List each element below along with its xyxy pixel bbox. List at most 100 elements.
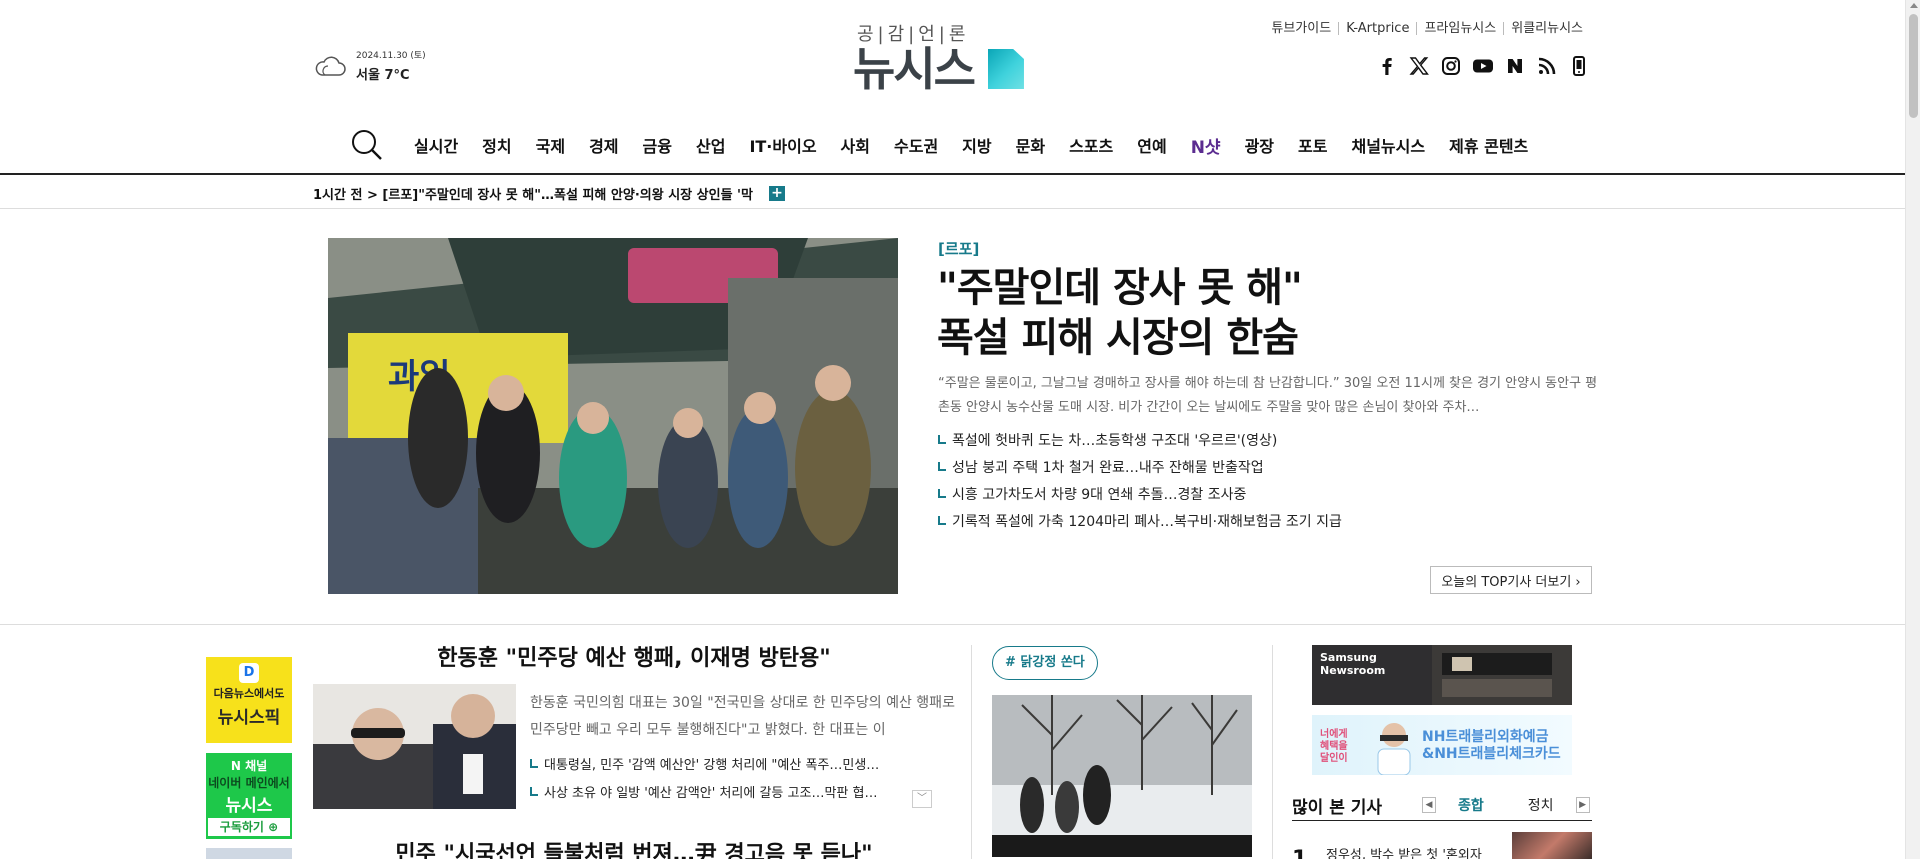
video-thumbnail[interactable]: [992, 695, 1252, 857]
hero-headline[interactable]: "주말인데 장사 못 해" 폭설 피해 시장의 한숨: [937, 263, 1303, 363]
mobile-icon[interactable]: [1568, 55, 1590, 77]
related-link[interactable]: 성남 붕괴 주택 1차 철거 완료…내주 잔해물 반출작업: [938, 455, 1342, 482]
naver-subscribe-button[interactable]: 구독하기 ⊕: [208, 818, 290, 836]
naver-banner-line3: 뉴시스: [225, 796, 273, 816]
nav-item-nshot[interactable]: N샷: [1179, 133, 1233, 158]
related-link[interactable]: 사상 초유 야 일방 '예산 감액안' 처리에 갈등 고조…막판 협…: [530, 780, 879, 808]
article-headline[interactable]: 민주 "시국선언 들불처럼 번져…尹 경고음 못 듣나": [314, 836, 954, 859]
instagram-icon[interactable]: [1440, 55, 1462, 77]
nav-item-partner[interactable]: 제휴 콘텐츠: [1437, 133, 1540, 157]
section-divider: [0, 624, 1905, 625]
chevron-right-icon[interactable]: ▶: [1575, 797, 1590, 813]
ad-samsung-text: Samsung Newsroom: [1320, 651, 1386, 677]
ticker-text[interactable]: 1시간 전 > [르포]"주말인데 장사 못 해"…폭설 피해 안양·의왕 시장…: [313, 184, 753, 203]
ad-nh-main-text: NH트래블리외화예금 &NH트래블리체크카드: [1422, 729, 1561, 762]
x-icon[interactable]: [1408, 55, 1430, 77]
article-thumbnail[interactable]: [313, 684, 516, 809]
nav-item-it-bio[interactable]: IT·바이오: [737, 133, 828, 157]
related-link[interactable]: 기록적 폭설에 가축 1204마리 폐사…복구비·재해보험금 조기 지급: [938, 509, 1342, 536]
nav-item-culture[interactable]: 문화: [1004, 133, 1057, 157]
hero-headline-line1[interactable]: "주말인데 장사 못 해": [937, 263, 1303, 313]
related-link[interactable]: 대통령실, 민주 '감액 예산안' 강행 처리에 "예산 폭주…민생…: [530, 752, 879, 780]
popular-article-link[interactable]: 정우성, 박수 받은 첫 '혼외자: [1326, 844, 1482, 859]
nav-item-finance[interactable]: 금융: [631, 133, 684, 157]
nav-item-plaza[interactable]: 광장: [1233, 133, 1286, 157]
nav-item-regional[interactable]: 지방: [950, 133, 1003, 157]
column-divider: [971, 645, 972, 859]
naver-banner-line1: N 채널: [230, 759, 268, 773]
page-scrollbar[interactable]: [1905, 0, 1920, 859]
ticker-expand-button[interactable]: +: [769, 186, 785, 201]
nav-item-capital[interactable]: 수도권: [882, 133, 950, 157]
top-link-weekly[interactable]: 위클리뉴시스: [1503, 22, 1590, 35]
top-link-prime[interactable]: 프라임뉴시스: [1416, 22, 1503, 35]
popular-rank: 1: [1292, 847, 1307, 859]
weather-date: 2024.11.30 (토): [356, 51, 426, 61]
hero-summary[interactable]: “주말은 물론이고, 그날그날 경매하고 장사를 해야 하는데 참 난감합니다.…: [938, 372, 1608, 420]
column-divider: [1272, 645, 1273, 859]
nav-item-economy[interactable]: 경제: [577, 133, 630, 157]
banner-placeholder[interactable]: [206, 848, 292, 859]
top-links: 튜브가이드 K-Artprice 프라임뉴시스 위클리뉴시스: [1264, 22, 1590, 35]
top-link-kartprice[interactable]: K-Artprice: [1338, 22, 1416, 35]
site-logo[interactable]: 공|감|언|론 뉴시스: [853, 20, 1053, 92]
nav-item-world[interactable]: 국제: [524, 133, 577, 157]
nav-item-entertainment[interactable]: 연예: [1125, 133, 1178, 157]
nav-divider: [0, 173, 1905, 175]
top-articles-more-button[interactable]: 오늘의 TOP기사 더보기 ›: [1430, 566, 1592, 594]
daum-news-banner[interactable]: D 다음뉴스에서도 뉴시스픽: [206, 657, 292, 743]
scroll-up-icon[interactable]: [1910, 3, 1918, 8]
related-link[interactable]: 폭설에 헛바퀴 도는 차…초등학생 구조대 '우르르'(영상): [938, 428, 1342, 455]
nav-item-photo[interactable]: 포토: [1286, 133, 1339, 157]
naver-icon[interactable]: [1504, 55, 1526, 77]
nav-item-politics[interactable]: 정치: [470, 133, 523, 157]
article-summary[interactable]: 한동훈 국민의힘 대표는 30일 "전국민을 상대로 한 민주당의 예산 행패로…: [530, 690, 955, 744]
tab-overall[interactable]: 종합: [1436, 795, 1506, 815]
naver-banner-line2: 네이버 메인에서: [208, 776, 290, 790]
cloud-icon: [315, 56, 346, 76]
expand-chevron-button[interactable]: ﹀: [912, 790, 932, 808]
reply-arrow-icon: [530, 759, 538, 768]
tab-politics[interactable]: 정치: [1506, 795, 1576, 815]
reply-arrow-icon: [938, 435, 946, 444]
facebook-icon[interactable]: [1376, 55, 1398, 77]
reply-arrow-icon: [938, 489, 946, 498]
ticker-divider: [0, 208, 1905, 209]
daum-banner-line2: 뉴시스픽: [217, 708, 281, 728]
popular-tabs: ◀ 종합 정치 ▶: [1422, 795, 1590, 815]
article-headline[interactable]: 한동훈 "민주당 예산 행패, 이재명 방탄용": [314, 640, 954, 672]
nav-item-realtime[interactable]: 실시간: [402, 133, 470, 157]
rss-icon[interactable]: [1536, 55, 1558, 77]
nav-item-society[interactable]: 사회: [829, 133, 882, 157]
article-related-list: 대통령실, 민주 '감액 예산안' 강행 처리에 "예산 폭주…민생… 사상 초…: [530, 752, 879, 808]
main-nav: 실시간 정치 국제 경제 금융 산업 IT·바이오 사회 수도권 지방 문화 스…: [350, 128, 1540, 162]
samsung-newsroom-ad[interactable]: Samsung Newsroom: [1312, 645, 1572, 705]
naver-channel-banner[interactable]: N 채널 네이버 메인에서 뉴시스 구독하기 ⊕: [206, 753, 292, 839]
top-link-tubeguide[interactable]: 튜브가이드: [1264, 22, 1338, 35]
reply-arrow-icon: [938, 462, 946, 471]
hero-headline-line2[interactable]: 폭설 피해 시장의 한숨: [937, 313, 1302, 363]
reply-arrow-icon: [530, 787, 538, 796]
nav-item-industry[interactable]: 산업: [684, 133, 737, 157]
hero-tag[interactable]: [르포]: [938, 238, 979, 259]
nav-item-sports[interactable]: 스포츠: [1057, 133, 1125, 157]
logo-mark-icon: [987, 49, 1024, 89]
daum-logo-icon: D: [239, 663, 259, 683]
hashtag-button[interactable]: # 닭강정 쏜다: [992, 646, 1098, 680]
nh-travel-ad[interactable]: 너에게 혜택을 달인이 NH트래블리외화예금 &NH트래블리체크카드: [1312, 715, 1572, 775]
weather-widget: 2024.11.30 (토) 서울 7°C: [314, 48, 426, 83]
search-icon[interactable]: [350, 128, 384, 162]
scrollbar-thumb[interactable]: [1909, 14, 1918, 118]
popular-article-thumbnail[interactable]: [1512, 832, 1592, 859]
daum-banner-line1: 다음뉴스에서도: [213, 687, 285, 700]
hero-related-list: 폭설에 헛바퀴 도는 차…초등학생 구조대 '우르르'(영상) 성남 붕괴 주택…: [938, 428, 1342, 536]
hero-image[interactable]: 과일: [328, 238, 898, 594]
youtube-icon[interactable]: [1472, 55, 1494, 77]
related-link[interactable]: 시흥 고가차도서 차량 9대 연쇄 추돌…경찰 조사중: [938, 482, 1342, 509]
chevron-left-icon[interactable]: ◀: [1422, 797, 1436, 813]
popular-divider: [1292, 820, 1592, 821]
nav-item-channel[interactable]: 채널뉴시스: [1339, 133, 1437, 157]
logo-wordmark: 뉴시스: [853, 42, 976, 96]
breaking-ticker[interactable]: 1시간 전 > [르포]"주말인데 장사 못 해"…폭설 피해 안양·의왕 시장…: [313, 184, 785, 203]
reply-arrow-icon: [938, 516, 946, 525]
